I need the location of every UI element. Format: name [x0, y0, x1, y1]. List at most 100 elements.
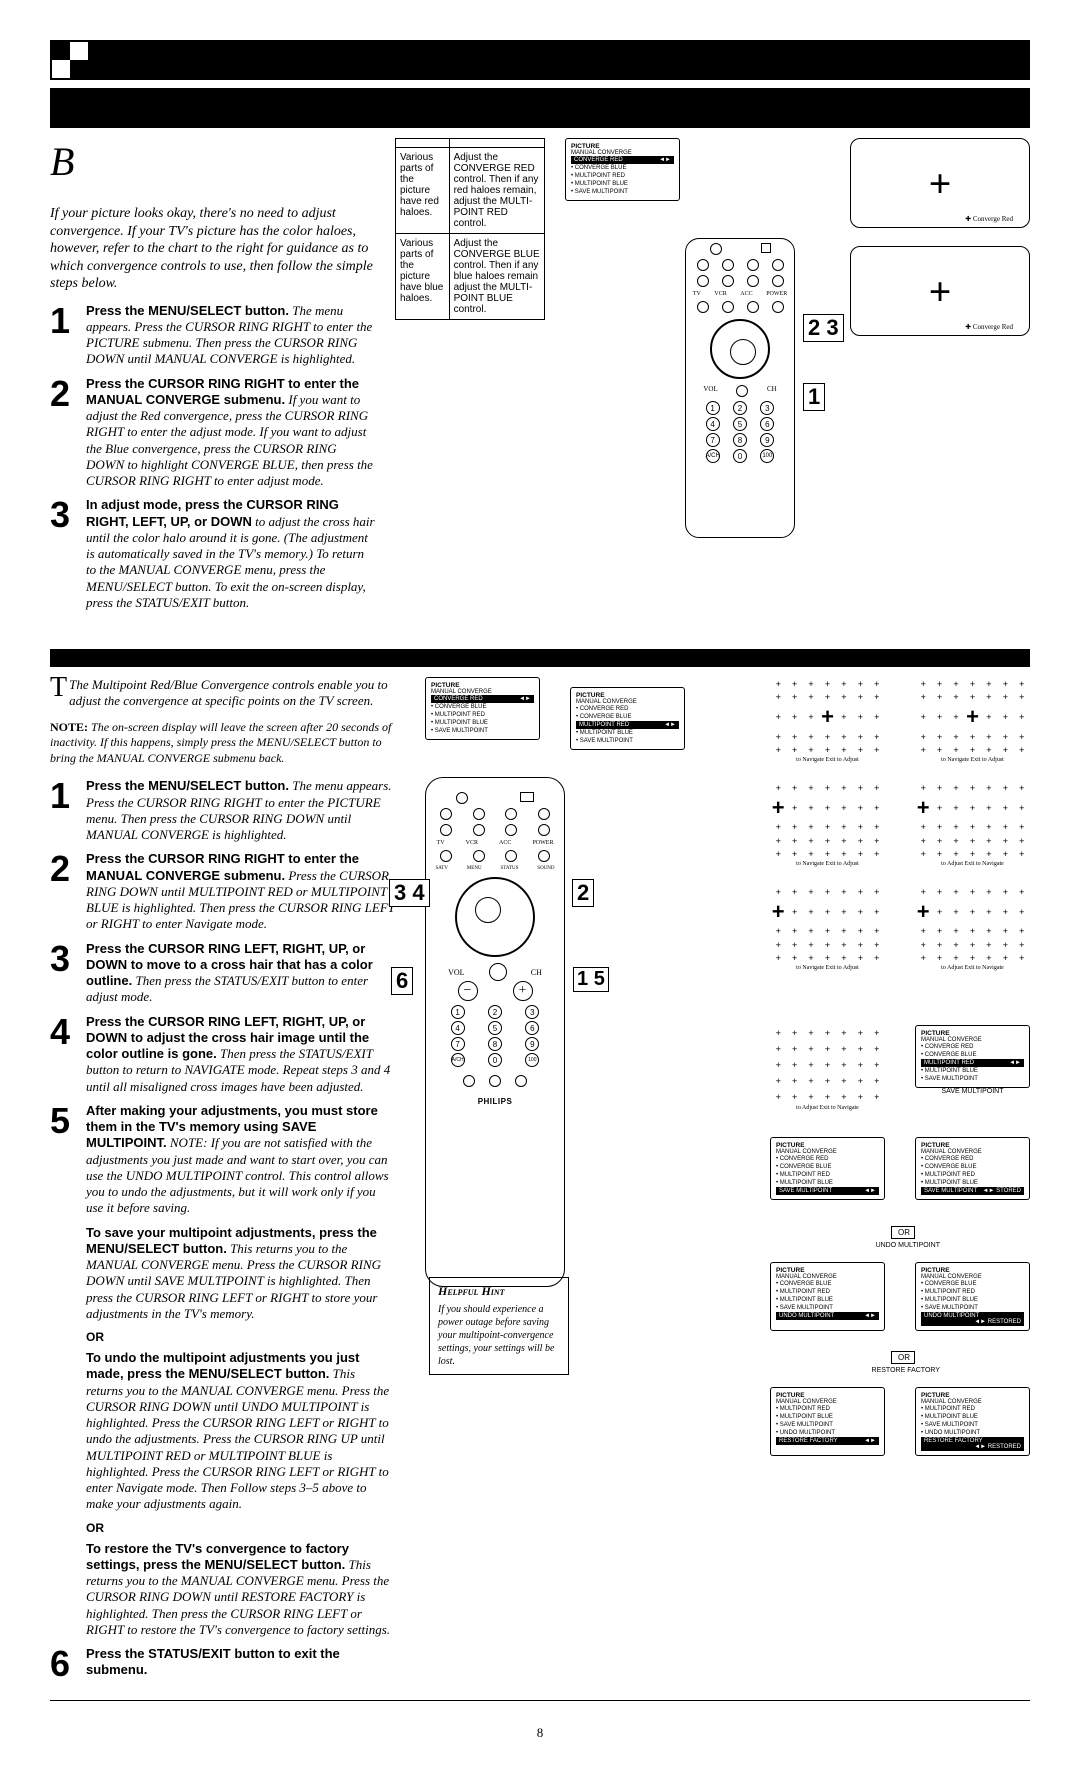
table-header	[396, 139, 450, 148]
restore-pair: PICTURE MANUAL CONVERGE • MULTIPOINT RED…	[770, 1387, 1030, 1456]
table-header	[449, 139, 544, 148]
multipoint-section: TThe Multipoint Red/Blue Convergence con…	[50, 677, 1030, 1690]
section-divider	[50, 649, 1030, 667]
basic-text-col: B If your picture looks okay, there's no…	[50, 138, 375, 619]
menu-title: PICTURE	[571, 143, 674, 150]
hint-title: Helpful Hint	[438, 1284, 560, 1300]
crosshair-grid: +++++++++++++++++++++++++++++++++++ to A…	[770, 1025, 885, 1111]
save-row: +++++++++++++++++++++++++++++++++++ to A…	[770, 1025, 1030, 1111]
page: B If your picture looks okay, there's no…	[0, 0, 1080, 1771]
crosshair-grid: +++++++++++++++++++++++++++++++++++ to A…	[915, 781, 1030, 867]
or-badge: OR	[891, 1351, 915, 1364]
multipoint-text-col: TThe Multipoint Red/Blue Convergence con…	[50, 677, 395, 1690]
table-cell: Adjust the CONVERGE RED control. Then if…	[449, 148, 544, 234]
save-label: SAVE MULTIPOINT	[915, 1088, 1030, 1095]
undo-para: To undo the multipoint adjustments you j…	[86, 1350, 395, 1513]
mp-step-6: 6Press the STATUS/EXIT button to exit th…	[50, 1646, 395, 1682]
keypad: 123 456 789 A/CH0100	[700, 401, 780, 463]
tv-screens: + ✚ Converge Red + ✚ Converge Red	[850, 138, 1030, 336]
menu-card: PICTURE MANUAL CONVERGE • CONVERGE RED •…	[770, 1137, 885, 1200]
crosshair-grids: +++++++++++++++++++++++++++++++++++ to N…	[770, 677, 1030, 971]
multipoint-diagram: PICTURE MANUAL CONVERGE CONVERGE RED◄► •…	[415, 677, 1030, 1690]
mp-step-4: 4Press the CURSOR RING LEFT, RIGHT, UP, …	[50, 1014, 395, 1095]
remote-icon: TVVCRACCPOWER SATVMENUSTATUSSOUND VOLCH …	[425, 777, 565, 1287]
callout-number: 6	[391, 967, 413, 995]
tv-caption: ✚ Converge Red	[965, 323, 1013, 331]
helpful-hint: Helpful Hint If you should experience a …	[429, 1277, 569, 1375]
decor-letter: B	[50, 138, 375, 185]
step-number: 3	[50, 497, 86, 611]
footer-rule	[50, 1700, 1030, 1701]
basic-intro: If your picture looks okay, there's no n…	[50, 205, 375, 293]
basic-diagram-col: PICTURE MANUAL CONVERGE CONVERGE RED◄► •…	[565, 138, 1030, 619]
tv-caption: ✚ Converge Red	[965, 215, 1013, 223]
menu-card: PICTURE MANUAL CONVERGE CONVERGE RED◄► •…	[425, 677, 540, 740]
multipoint-note: NOTE: NOTE: The on-screen display will l…	[50, 720, 395, 767]
hint-body: If you should experience a power outage …	[438, 1303, 560, 1368]
table-cell: Adjust the CONVERGE BLUE control. Then i…	[449, 234, 544, 320]
grid-caption: to Adjust Exit to Navigate	[915, 965, 1030, 971]
page-number: 8	[50, 1725, 1030, 1741]
callout-number: 2 3	[803, 314, 844, 342]
multipoint-intro: The Multipoint Red/Blue Convergence cont…	[69, 677, 388, 708]
grid-caption: to Navigate Exit to Adjust	[915, 757, 1030, 763]
undo-pair: PICTURE MANUAL CONVERGE • CONVERGE BLUE …	[770, 1262, 1030, 1331]
menu-card: PICTURE MANUAL CONVERGE • CONVERGE BLUE …	[770, 1262, 885, 1331]
menu-card: PICTURE MANUAL CONVERGE • CONVERGE RED •…	[915, 1025, 1030, 1095]
mp-step-5: 5After making your adjustments, you must…	[50, 1103, 395, 1217]
crosshair-grid: +++++++++++++++++++++++++++++++++++ to A…	[915, 885, 1030, 971]
remote-icon: TVVCRACCPOWER VOLCH 123 456 789 A/CH0100	[685, 238, 795, 538]
menu-item: • MULTIPOINT RED	[571, 172, 674, 180]
step-number: 1	[50, 303, 86, 368]
menu-card: PICTURE MANUAL CONVERGE • CONVERGE BLUE …	[915, 1262, 1030, 1331]
mp-step-1: 1Press the MENU/SELECT button. The menu …	[50, 778, 395, 843]
remote-brand: PHILIPS	[426, 1097, 564, 1106]
callout-number: 2	[572, 879, 594, 907]
or-badge: OR	[891, 1226, 915, 1239]
callout-number: 1	[803, 383, 825, 411]
table-row: Various parts of the picture have red ha…	[396, 148, 545, 234]
tv-screen: + ✚ Converge Red	[850, 246, 1030, 336]
table-cell: Various parts of the picture have red ha…	[396, 148, 450, 234]
menu-item: • CONVERGE BLUE	[571, 164, 674, 172]
header	[50, 40, 1030, 80]
symptom-table: Various parts of the picture have red ha…	[395, 138, 545, 320]
grid-caption: to Adjust Exit to Navigate	[770, 1105, 885, 1111]
or-label: OR	[86, 1330, 395, 1344]
basic-table-col: Various parts of the picture have red ha…	[395, 138, 545, 619]
table-cell: Various parts of the picture have blue h…	[396, 234, 450, 320]
header-bar	[90, 40, 1030, 80]
undo-label: UNDO MULTIPOINT	[876, 1242, 940, 1249]
menu-card: PICTURE MANUAL CONVERGE • CONVERGE RED •…	[570, 687, 685, 750]
crosshair-icon: +	[929, 160, 952, 207]
mp-step-2: 2Press the CURSOR RING RIGHT to enter th…	[50, 851, 395, 932]
menu-item: • SAVE MULTIPOINT	[571, 188, 674, 196]
tv-screen: + ✚ Converge Red	[850, 138, 1030, 228]
restore-label: RESTORE FACTORY	[872, 1367, 940, 1374]
step-bold: Press the MENU/SELECT button.	[86, 303, 289, 318]
callout-number: 3 4	[389, 879, 430, 907]
menu-item: CONVERGE RED◄►	[571, 156, 674, 164]
grid-caption: to Navigate Exit to Adjust	[770, 965, 885, 971]
restore-para: To restore the TV's convergence to facto…	[86, 1541, 395, 1639]
basic-step-1: 1 Press the MENU/SELECT button. The menu…	[50, 303, 375, 368]
or-label: OR	[86, 1521, 395, 1535]
callout-number: 1 5	[573, 967, 609, 992]
step-number: 2	[50, 376, 86, 490]
logo-icon	[50, 40, 90, 80]
basic-step-3: 3 In adjust mode, press the CURSOR RING …	[50, 497, 375, 611]
mp-step-3: 3Press the CURSOR RING LEFT, RIGHT, UP, …	[50, 941, 395, 1006]
crosshair-icon: +	[929, 268, 952, 315]
crosshair-grid: +++++++++++++++++++++++++++++++++++ to N…	[770, 677, 885, 763]
menu-card: PICTURE MANUAL CONVERGE CONVERGE RED◄► •…	[565, 138, 680, 201]
grid-caption: to Navigate Exit to Adjust	[770, 861, 885, 867]
save-pair: PICTURE MANUAL CONVERGE • CONVERGE RED •…	[770, 1137, 1030, 1200]
sub-header-bar	[50, 88, 1030, 128]
cursor-ring-icon	[455, 877, 535, 957]
menu-card: PICTURE MANUAL CONVERGE • CONVERGE RED •…	[915, 1137, 1030, 1200]
cursor-ring-icon	[710, 319, 770, 379]
menu-item: • MULTIPOINT BLUE	[571, 180, 674, 188]
crosshair-grid: +++++++++++++++++++++++++++++++++++ to N…	[770, 885, 885, 971]
save-para: To save your multipoint adjustments, pre…	[86, 1225, 395, 1323]
keypad: 123 456 789 A/CH0100	[440, 1005, 550, 1067]
